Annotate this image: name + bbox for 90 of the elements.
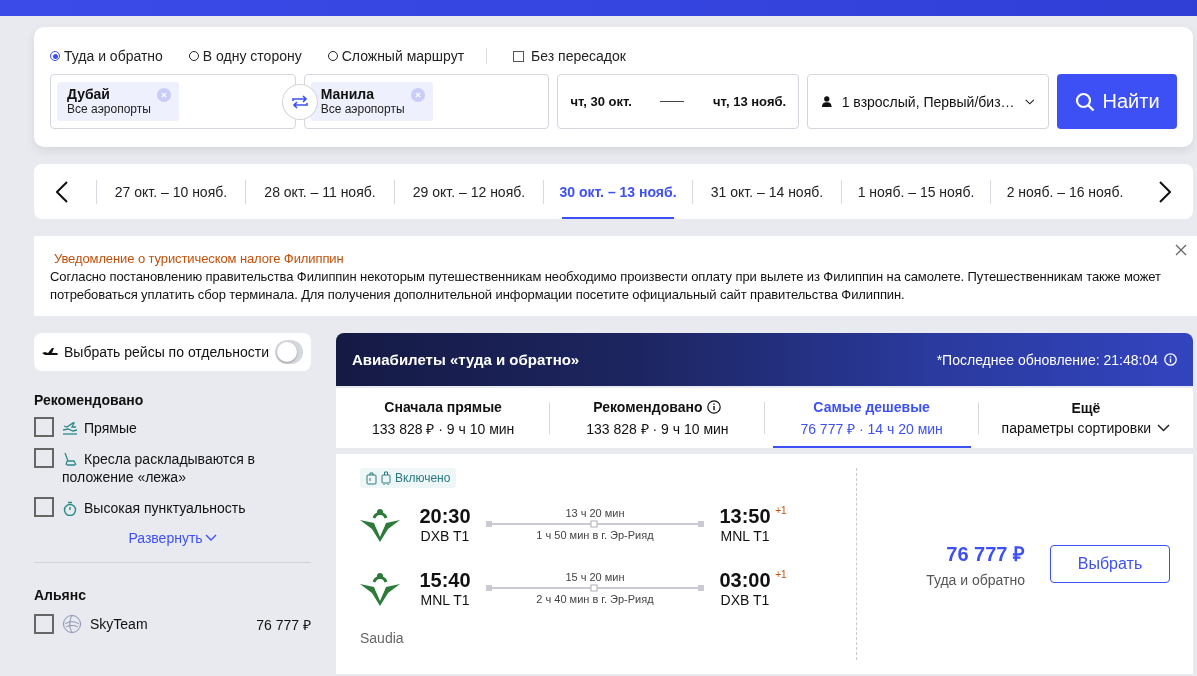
flight-duration: 15 ч 20 мин	[565, 571, 625, 583]
airline-name: Saudia	[360, 630, 405, 646]
info-icon	[707, 399, 722, 414]
departure-time: 15:40	[419, 568, 471, 592]
info-icon[interactable]	[1164, 353, 1177, 366]
expand-link[interactable]: Развернуть	[128, 530, 217, 546]
checkbox[interactable]	[34, 497, 54, 517]
sort-detail: параметры сортировки	[1001, 420, 1152, 436]
chevron-right-icon[interactable]	[1159, 180, 1171, 203]
city-name: Дубай	[67, 86, 111, 102]
destination-field[interactable]: Манила Все аэропорты	[303, 74, 550, 129]
sort-tab[interactable]: Сначала прямые 133 828 ₽ · 9 ч 10 мин	[344, 388, 543, 448]
results-title: Авиабилеты «туда и обратно»	[352, 351, 580, 368]
last-updated: *Последнее обновление: 21:48:04	[936, 351, 1158, 368]
airline-logo-icon	[360, 570, 400, 606]
flight-duration: 13 ч 20 мин	[565, 507, 625, 519]
passengers-text: 1 взрослый, Первый/биз…	[841, 93, 1015, 110]
filter-label[interactable]: Кресла раскладываются в положение «лежа»	[62, 450, 262, 486]
arrival-time: 13:50	[719, 504, 771, 527]
sort-title: Ещё	[1071, 400, 1101, 416]
suitcase-icon	[381, 471, 391, 485]
filter-label[interactable]: Прямые	[84, 419, 137, 437]
stopwatch-icon	[62, 501, 78, 516]
day-offset: +1	[775, 504, 787, 516]
swap-arrows-icon	[290, 93, 309, 110]
date-option[interactable]: 27 окт. – 10 нояб.	[97, 164, 245, 219]
day-offset: +1	[775, 568, 787, 580]
checkbox[interactable]	[34, 417, 54, 437]
airports-label: Все аэропорты	[67, 102, 151, 116]
date-option[interactable]: 29 окт. – 12 нояб.	[395, 164, 543, 219]
sort-title: Самые дешевые	[813, 398, 930, 415]
sort-detail: 76 777 ₽ · 14 ч 20 мин	[800, 419, 943, 438]
search-icon	[1074, 91, 1095, 112]
layover-info: 2 ч 40 мин в г. Эр-Рияд	[536, 593, 654, 605]
layover-info: 1 ч 50 мин в г. Эр-Рияд	[536, 529, 654, 541]
baggage-badge: Включено	[360, 468, 457, 488]
date-option[interactable]: 31 окт. – 14 нояб.	[693, 164, 841, 219]
radio-option[interactable]: Сложный маршрут	[327, 48, 465, 64]
passengers-dropdown[interactable]: 1 взрослый, Первый/биз…	[807, 74, 1050, 129]
date-option[interactable]: 30 окт. – 13 нояб.	[562, 164, 674, 219]
date-option[interactable]: 1 нояб. – 15 нояб.	[842, 164, 990, 219]
date-option[interactable]: 28 окт. – 11 нояб.	[246, 164, 394, 219]
radio-option[interactable]: Туда и обратно	[50, 48, 163, 64]
airport-code: MNL T1	[720, 527, 770, 544]
city-name: Манила	[320, 86, 376, 102]
plane-icon	[42, 347, 58, 357]
filter-label[interactable]: Высокая пунктуальность	[84, 499, 246, 517]
chevron-left-icon[interactable]	[56, 180, 68, 203]
airport-code: DXB T1	[720, 591, 770, 608]
notice-text: Согласно постановлению правительства Филиппин некоторым путешественникам необходимо произвести оплату при вылете из Филиппин на самолете. Путешественникам также может потребоваться уплатить сбор терминала. Для получения дополнительной информации посетите официальный сайт правительства Филиппин.	[50, 268, 1162, 304]
sort-detail: 133 828 ₽ · 9 ч 10 мин	[586, 419, 729, 438]
search-button[interactable]: Найти	[1057, 74, 1177, 129]
select-button[interactable]: Выбрать	[1050, 545, 1170, 583]
airport-code: MNL T1	[420, 591, 470, 608]
ticket-price: 76 777 ₽	[946, 542, 1025, 567]
sort-detail: 133 828 ₽ · 9 ч 10 мин	[371, 419, 515, 438]
sort-title: Сначала прямые	[384, 398, 502, 415]
dates-field[interactable]: чт, 30 окт. чт, 13 нояб.	[557, 74, 800, 129]
alliance-name[interactable]: SkyTeam	[90, 616, 148, 632]
origin-field[interactable]: Дубай Все аэропорты	[50, 74, 296, 129]
toggle-switch[interactable]	[275, 340, 303, 364]
price-note: Туда и обратно	[926, 572, 1025, 588]
chevron-down-icon	[204, 534, 217, 542]
person-icon	[822, 94, 832, 109]
seat-icon	[62, 452, 78, 467]
arrival-time: 03:00	[719, 568, 771, 591]
checkbox[interactable]	[34, 448, 54, 468]
section-title: Рекомендовано	[34, 392, 145, 408]
checkbox[interactable]	[34, 614, 54, 634]
plane-landing-icon	[62, 421, 78, 436]
globe-icon	[62, 614, 82, 634]
checkbox[interactable]	[513, 50, 525, 62]
chevron-down-icon	[1157, 424, 1171, 432]
date-option[interactable]: 2 нояб. – 16 нояб.	[991, 164, 1137, 219]
alliance-price: 76 777 ₽	[256, 615, 311, 634]
airports-label: Все аэропорты	[320, 102, 405, 116]
toggle-label: Выбрать рейсы по отдельности	[64, 344, 269, 360]
airport-code: DXB T1	[420, 527, 470, 544]
chevron-down-icon	[1024, 97, 1035, 106]
sort-title: Рекомендовано	[593, 398, 703, 415]
bag-icon	[366, 471, 377, 485]
depart-date: чт, 30 окт.	[570, 94, 632, 109]
section-title: Альянс	[34, 587, 88, 603]
notice-title: Уведомление о туристическом налоге Филиппин	[54, 250, 344, 268]
return-date: чт, 13 нояб.	[713, 94, 787, 109]
departure-time: 20:30	[419, 504, 471, 528]
radio-option[interactable]: В одну сторону	[188, 48, 302, 64]
checkbox-option[interactable]: Без пересадок	[513, 48, 626, 64]
airline-logo-icon	[360, 506, 400, 542]
close-icon[interactable]	[1175, 244, 1187, 256]
